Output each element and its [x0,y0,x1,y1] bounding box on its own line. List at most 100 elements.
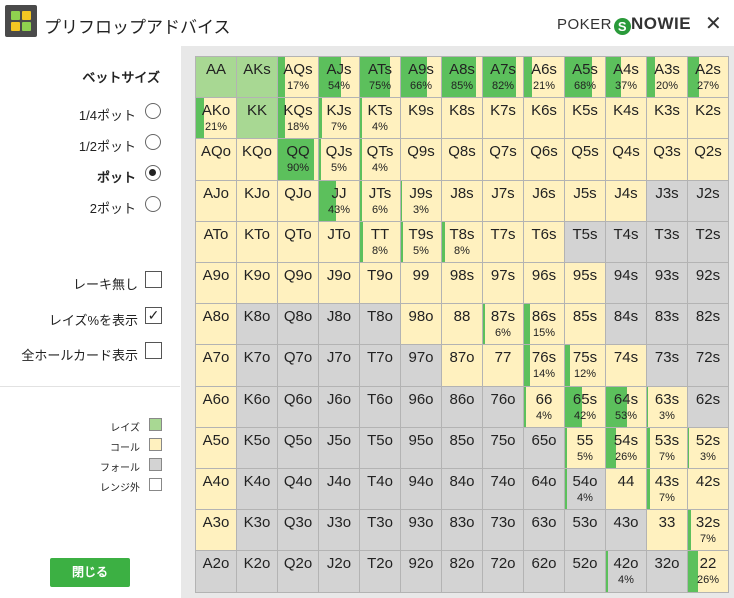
hand-cell-Q2s[interactable]: Q2s [687,138,729,181]
hand-cell-Q5o[interactable]: Q5o [277,426,319,469]
hand-cell-54o[interactable]: 54o 4% [564,468,606,511]
hand-cell-J9s[interactable]: J9s 3% [400,179,442,222]
hand-cell-64s[interactable]: 64s 53% [605,385,647,428]
hand-cell-A5s[interactable]: A5s 68% [564,56,606,99]
hand-cell-32s[interactable]: 32s 7% [687,509,729,552]
hand-cell-A4o[interactable]: A4o [195,468,237,511]
hand-cell-A9s[interactable]: A9s 66% [400,56,442,99]
hand-cell-KK[interactable]: KK [236,97,278,140]
hand-cell-AJo[interactable]: AJo [195,179,237,222]
hand-cell-T3s[interactable]: T3s [646,220,688,263]
hand-cell-42s[interactable]: 42s [687,468,729,511]
hand-cell-A4s[interactable]: A4s 37% [605,56,647,99]
hand-cell-J5s[interactable]: J5s [564,179,606,222]
hand-cell-54s[interactable]: 54s 26% [605,426,647,469]
hand-cell-T6o[interactable]: T6o [359,385,401,428]
hand-cell-A9o[interactable]: A9o [195,262,237,305]
close-icon[interactable]: ✕ [705,11,722,36]
hand-cell-KJo[interactable]: KJo [236,179,278,222]
hand-cell-AKo[interactable]: AKo 21% [195,97,237,140]
hand-cell-Q5s[interactable]: Q5s [564,138,606,181]
hand-cell-J6o[interactable]: J6o [318,385,360,428]
hand-cell-K8s[interactable]: K8s [441,97,483,140]
hand-cell-J7o[interactable]: J7o [318,344,360,387]
hand-cell-Q3o[interactable]: Q3o [277,509,319,552]
hand-cell-43o[interactable]: 43o [605,509,647,552]
hand-cell-77[interactable]: 77 [482,344,524,387]
hand-cell-AA[interactable]: AA [195,56,237,99]
hand-cell-JTs[interactable]: JTs 6% [359,179,401,222]
hand-cell-A6o[interactable]: A6o [195,385,237,428]
hand-cell-Q7s[interactable]: Q7s [482,138,524,181]
hand-cell-84s[interactable]: 84s [605,303,647,346]
hand-cell-83s[interactable]: 83s [646,303,688,346]
hand-cell-K4o[interactable]: K4o [236,468,278,511]
hand-cell-AQs[interactable]: AQs 17% [277,56,319,99]
hand-cell-T7s[interactable]: T7s [482,220,524,263]
hand-cell-96o[interactable]: 96o [400,385,442,428]
hand-cell-A6s[interactable]: A6s 21% [523,56,565,99]
hand-cell-66[interactable]: 66 4% [523,385,565,428]
hand-cell-72s[interactable]: 72s [687,344,729,387]
hand-cell-95s[interactable]: 95s [564,262,606,305]
hand-cell-94s[interactable]: 94s [605,262,647,305]
hand-cell-T8o[interactable]: T8o [359,303,401,346]
hand-cell-93s[interactable]: 93s [646,262,688,305]
hand-cell-82o[interactable]: 82o [441,550,483,593]
hand-cell-K5s[interactable]: K5s [564,97,606,140]
hand-cell-KQs[interactable]: KQs 18% [277,97,319,140]
hand-cell-T4s[interactable]: T4s [605,220,647,263]
hand-cell-K9o[interactable]: K9o [236,262,278,305]
hand-cell-A2s[interactable]: A2s 27% [687,56,729,99]
hand-cell-A2o[interactable]: A2o [195,550,237,593]
no-rake-checkbox[interactable] [145,271,162,288]
hand-cell-Q4o[interactable]: Q4o [277,468,319,511]
hand-cell-K6s[interactable]: K6s [523,97,565,140]
hand-cell-J2o[interactable]: J2o [318,550,360,593]
hand-cell-Q6s[interactable]: Q6s [523,138,565,181]
hand-cell-33[interactable]: 33 [646,509,688,552]
hand-cell-98o[interactable]: 98o [400,303,442,346]
hand-cell-T2s[interactable]: T2s [687,220,729,263]
hand-cell-J4s[interactable]: J4s [605,179,647,222]
hand-cell-65o[interactable]: 65o [523,426,565,469]
hand-cell-63o[interactable]: 63o [523,509,565,552]
hand-cell-86o[interactable]: 86o [441,385,483,428]
hand-cell-72o[interactable]: 72o [482,550,524,593]
hand-cell-A3o[interactable]: A3o [195,509,237,552]
hand-cell-75s[interactable]: 75s 12% [564,344,606,387]
bet-size-radio-half[interactable] [145,134,161,150]
hand-cell-AKs[interactable]: AKs [236,56,278,99]
hand-cell-52o[interactable]: 52o [564,550,606,593]
hand-cell-J4o[interactable]: J4o [318,468,360,511]
hand-cell-87o[interactable]: 87o [441,344,483,387]
hand-cell-K3o[interactable]: K3o [236,509,278,552]
hand-cell-KQo[interactable]: KQo [236,138,278,181]
hand-cell-63s[interactable]: 63s 3% [646,385,688,428]
hand-cell-T3o[interactable]: T3o [359,509,401,552]
hand-cell-85s[interactable]: 85s [564,303,606,346]
hand-cell-A8s[interactable]: A8s 85% [441,56,483,99]
hand-cell-J9o[interactable]: J9o [318,262,360,305]
hand-cell-ATo[interactable]: ATo [195,220,237,263]
hand-cell-J6s[interactable]: J6s [523,179,565,222]
hand-cell-Q3s[interactable]: Q3s [646,138,688,181]
hand-cell-93o[interactable]: 93o [400,509,442,552]
hand-cell-AJs[interactable]: AJs 54% [318,56,360,99]
hand-cell-T9o[interactable]: T9o [359,262,401,305]
hand-cell-A3s[interactable]: A3s 20% [646,56,688,99]
hand-cell-AQo[interactable]: AQo [195,138,237,181]
hand-cell-86s[interactable]: 86s 15% [523,303,565,346]
hand-cell-Q8s[interactable]: Q8s [441,138,483,181]
hand-cell-JJ[interactable]: JJ 43% [318,179,360,222]
hand-cell-Q2o[interactable]: Q2o [277,550,319,593]
hand-cell-KTs[interactable]: KTs 4% [359,97,401,140]
hand-cell-T9s[interactable]: T9s 5% [400,220,442,263]
hand-cell-32o[interactable]: 32o [646,550,688,593]
hand-cell-J7s[interactable]: J7s [482,179,524,222]
hand-cell-43s[interactable]: 43s 7% [646,468,688,511]
close-button[interactable]: 閉じる [50,558,130,587]
hand-cell-QTo[interactable]: QTo [277,220,319,263]
hand-cell-64o[interactable]: 64o [523,468,565,511]
hand-cell-55[interactable]: 55 5% [564,426,606,469]
